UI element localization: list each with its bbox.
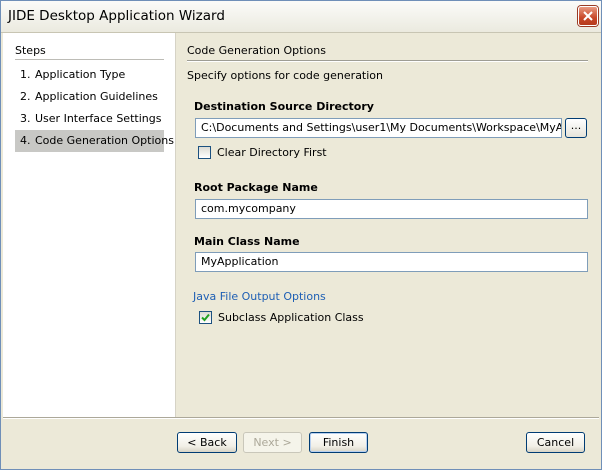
step-label: Code Generation Options: [35, 134, 174, 147]
subclass-checkbox[interactable]: [199, 311, 212, 324]
step-label: Application Guidelines: [35, 90, 158, 103]
finish-button[interactable]: Finish: [309, 432, 368, 453]
page-title: Code Generation Options: [187, 44, 326, 57]
step-application-guidelines[interactable]: 2. Application Guidelines: [15, 86, 164, 108]
step-label: User Interface Settings: [35, 112, 162, 125]
main-class-input[interactable]: MyApplication: [195, 252, 588, 272]
checkmark-icon: [201, 313, 210, 322]
step-label: Application Type: [35, 68, 126, 81]
root-package-label: Root Package Name: [194, 181, 318, 194]
steps-divider: [15, 59, 164, 60]
browse-button[interactable]: ...: [565, 118, 587, 138]
clear-directory-checkbox[interactable]: [198, 146, 211, 159]
subclass-label: Subclass Application Class: [218, 311, 364, 324]
step-number: 2.: [20, 90, 31, 103]
wizard-window: JIDE Desktop Application Wizard Steps 1.…: [0, 0, 602, 470]
title-divider-highlight: [187, 61, 588, 62]
destination-directory-input[interactable]: C:\Documents and Settings\user1\My Docum…: [195, 118, 562, 138]
clear-directory-label: Clear Directory First: [217, 146, 327, 159]
step-number: 3.: [20, 112, 31, 125]
next-button[interactable]: Next >: [243, 432, 302, 453]
root-package-input[interactable]: com.mycompany: [195, 199, 588, 219]
page-description: Specify options for code generation: [187, 69, 384, 82]
clear-directory-checkbox-row[interactable]: Clear Directory First: [198, 145, 398, 161]
close-button[interactable]: [578, 6, 598, 26]
step-user-interface-settings[interactable]: 3. User Interface Settings: [15, 108, 164, 130]
destination-label: Destination Source Directory: [194, 100, 374, 113]
close-icon: [583, 11, 593, 21]
step-application-type[interactable]: 1. Application Type: [15, 64, 164, 86]
subclass-checkbox-row[interactable]: Subclass Application Class: [199, 310, 399, 326]
cancel-button[interactable]: Cancel: [526, 432, 585, 453]
title-bar[interactable]: JIDE Desktop Application Wizard: [1, 1, 601, 33]
java-file-output-options-label: Java File Output Options: [193, 290, 326, 303]
step-number: 4.: [20, 134, 31, 147]
steps-header: Steps: [15, 44, 46, 57]
back-button[interactable]: < Back: [177, 432, 237, 453]
steps-panel: Steps 1. Application Type 2. Application G…: [3, 33, 176, 417]
step-number: 1.: [20, 68, 31, 81]
main-class-label: Main Class Name: [194, 235, 300, 248]
window-title: JIDE Desktop Application Wizard: [8, 8, 225, 24]
main-panel: Code Generation Options Specify options …: [176, 33, 601, 417]
step-code-generation-options[interactable]: 4. Code Generation Options: [15, 130, 174, 152]
footer-divider-highlight: [3, 418, 599, 419]
